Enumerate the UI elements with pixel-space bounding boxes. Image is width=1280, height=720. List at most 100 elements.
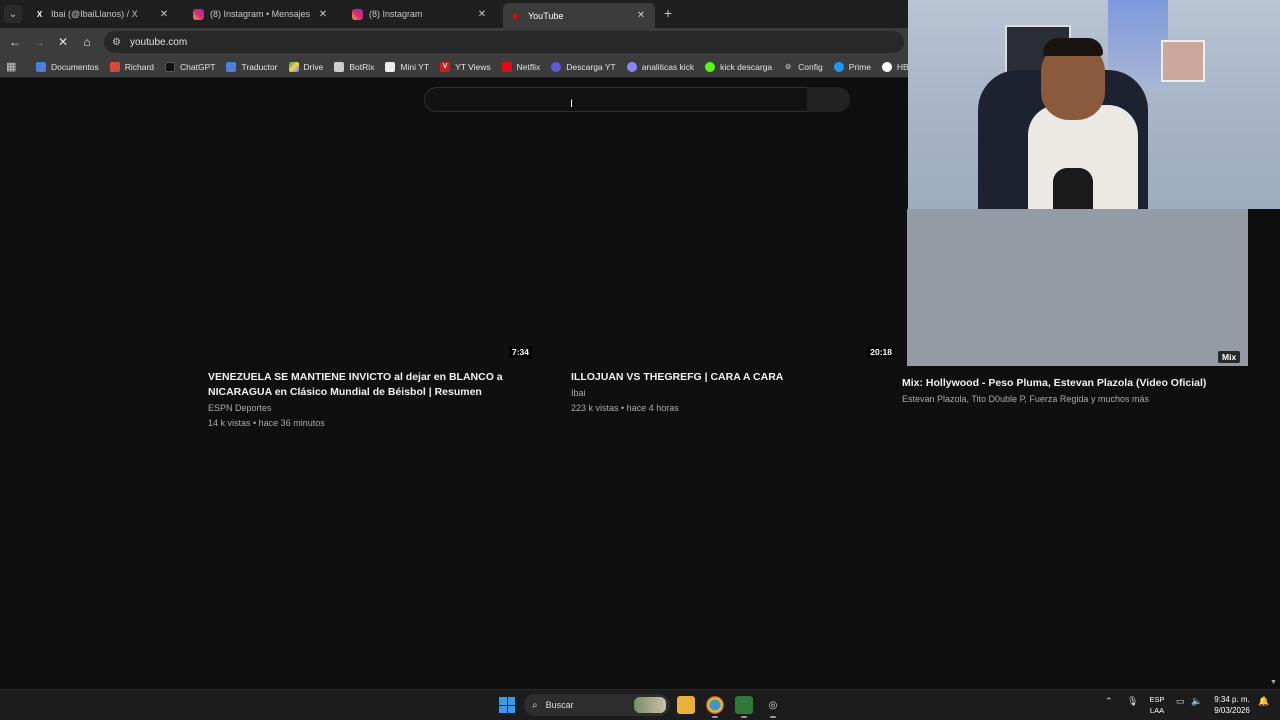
video-duration: 7:34 (508, 346, 532, 358)
bookmark-item[interactable]: V YT Views (440, 61, 491, 72)
obs-icon[interactable]: ◎ (764, 696, 782, 718)
forward-arrow-icon[interactable]: → (30, 33, 48, 51)
bookmark-item[interactable]: Netflix (501, 61, 540, 72)
close-icon[interactable]: ✕ (158, 9, 170, 20)
kick-icon (705, 61, 716, 72)
text-cursor-icon: I (570, 98, 574, 110)
video-meta: 14 k vistas • hace 36 minutos (208, 418, 325, 428)
home-icon[interactable]: ⌂ (78, 33, 96, 51)
translate-icon (226, 61, 237, 72)
close-icon[interactable]: ✕ (635, 10, 647, 21)
video-title[interactable]: VENEZUELA SE MANTIENE INVICTO al dejar e… (208, 370, 538, 400)
taskbar-search-placeholder: Buscar (545, 700, 574, 710)
bookmark-item[interactable]: Mini YT (385, 61, 429, 72)
tab-search-chevron-icon[interactable]: ⌄ (4, 5, 22, 23)
video-channel[interactable]: Estevan Plazola, Tito D0uble P, Fuerza R… (902, 393, 1242, 406)
youtube-icon: ▶ (513, 12, 520, 20)
windows-start-icon[interactable] (499, 697, 515, 713)
tab-x[interactable]: X Ibai (@IbaiLlanos) / X ✕ (26, 4, 178, 24)
bookmark-favicon-icon (109, 61, 120, 72)
chatgpt-icon (165, 61, 176, 72)
site-settings-icon[interactable]: ⚙ (112, 37, 126, 48)
language-code: ESP (1149, 695, 1165, 704)
youtube-search-button[interactable] (807, 87, 850, 112)
bookmark-item[interactable]: analiticas kick (626, 61, 694, 72)
botrix-icon (334, 61, 345, 72)
windows-taskbar: ⌕ Buscar ◎ ⌃ 🎙 ESP LAA ▭ 🔈 9:34 p. m. 9/… (0, 689, 1280, 720)
wall-poster (1161, 40, 1205, 82)
tab-title: (8) Instagram (369, 9, 423, 19)
close-icon[interactable]: ✕ (317, 9, 329, 20)
streamer-hair (1043, 38, 1103, 56)
keyboard-layout: LAA (1149, 706, 1165, 715)
notification-bell-icon[interactable]: 🔔 (1258, 696, 1269, 707)
bookmark-item[interactable]: BotRix (334, 61, 374, 72)
video-card[interactable]: 20:18 ILLOJUAN VS THEGREFG | CARA A CARA… (571, 132, 901, 415)
system-clock[interactable]: 9:34 p. m. 9/03/2026 (1208, 694, 1256, 716)
analytics-icon (626, 61, 637, 72)
tab-title: YouTube (528, 10, 564, 21)
tab-youtube[interactable]: ▶ YouTube ✕ (503, 3, 655, 28)
bookmark-item[interactable]: Traductor (226, 61, 278, 72)
bookmark-item[interactable]: Descarga YT (551, 61, 616, 72)
tab-title: (8) Instagram • Mensajes (210, 9, 311, 19)
mix-badge: Mix (1218, 351, 1241, 363)
microphone-icon[interactable]: 🎙 (1127, 696, 1138, 707)
chrome-icon[interactable] (706, 696, 724, 718)
search-highlight-image (634, 697, 666, 713)
tab-instagram[interactable]: (8) Instagram ✕ (344, 4, 496, 24)
video-title[interactable]: ILLOJUAN VS THEGREFG | CARA A CARA (571, 370, 901, 385)
bookmark-item[interactable]: Richard (109, 61, 154, 72)
input-language[interactable]: ESP LAA (1146, 694, 1168, 716)
apps-grid-icon[interactable]: ▦ (6, 60, 22, 73)
tab-instagram-messages[interactable]: (8) Instagram • Mensajes ✕ (185, 4, 337, 24)
back-arrow-icon[interactable]: ← (6, 33, 24, 51)
volume-icon[interactable]: 🔈 (1191, 696, 1202, 707)
bookmark-item[interactable]: Drive (288, 61, 323, 72)
video-title[interactable]: Mix: Hollywood - Peso Pluma, Estevan Pla… (902, 376, 1242, 391)
prime-icon (833, 61, 844, 72)
bookmark-item[interactable]: ⚙ Config (783, 62, 823, 72)
video-card[interactable]: 7:34 VENEZUELA SE MANTIENE INVICTO al de… (208, 132, 538, 430)
clock-date: 9/03/2026 (1214, 706, 1250, 715)
docs-icon (36, 61, 46, 72)
file-explorer-icon[interactable] (677, 696, 695, 714)
address-url: youtube.com (130, 36, 188, 48)
gear-icon: ⚙ (785, 63, 792, 71)
mini-yt-icon (385, 61, 396, 72)
network-icon[interactable]: ▭ (1176, 696, 1185, 707)
search-icon: ⌕ (532, 699, 538, 711)
youtube-search-input[interactable] (424, 87, 808, 112)
instagram-icon (193, 8, 204, 20)
tab-title: Ibai (@IbaiLlanos) / X (51, 9, 138, 19)
scroll-down-arrow-icon[interactable]: ▼ (1270, 679, 1277, 686)
address-bar[interactable]: ⚙ youtube.com (104, 31, 904, 53)
app-icon[interactable] (735, 696, 753, 718)
bookmark-item[interactable]: kick descarga (705, 61, 772, 72)
netflix-icon (501, 61, 512, 72)
new-tab-plus-icon[interactable]: + (664, 5, 672, 21)
video-card[interactable]: Mix: Hollywood - Peso Pluma, Estevan Pla… (902, 376, 1242, 406)
webcam-overlay (908, 0, 1280, 209)
bookmark-item[interactable]: Prime (833, 61, 871, 72)
video-meta: 223 k vistas • hace 4 horas (571, 403, 679, 413)
video-thumbnail[interactable]: 7:34 (208, 132, 538, 362)
video-duration: 20:18 (867, 346, 895, 358)
bookmark-item[interactable]: ChatGPT (165, 61, 215, 72)
mix-thumbnail[interactable] (907, 209, 1248, 366)
hbo-icon (881, 61, 892, 72)
bookmark-item[interactable]: Documentos (36, 61, 99, 72)
x-icon: X (36, 9, 43, 19)
clock-time: 9:34 p. m. (1214, 695, 1250, 704)
close-icon[interactable]: ✕ (476, 9, 488, 20)
chevron-up-icon[interactable]: ⌃ (1105, 696, 1113, 707)
taskbar-search[interactable]: ⌕ Buscar (524, 694, 670, 716)
drive-icon (288, 61, 299, 72)
stop-loading-icon[interactable]: ✕ (54, 33, 72, 51)
microphone (1053, 168, 1093, 209)
video-thumbnail[interactable]: 20:18 (571, 132, 901, 362)
video-channel[interactable]: ESPN Deportes (208, 402, 538, 415)
instagram-icon (352, 8, 363, 20)
video-channel[interactable]: Ibai (571, 387, 901, 400)
download-icon (551, 61, 562, 72)
